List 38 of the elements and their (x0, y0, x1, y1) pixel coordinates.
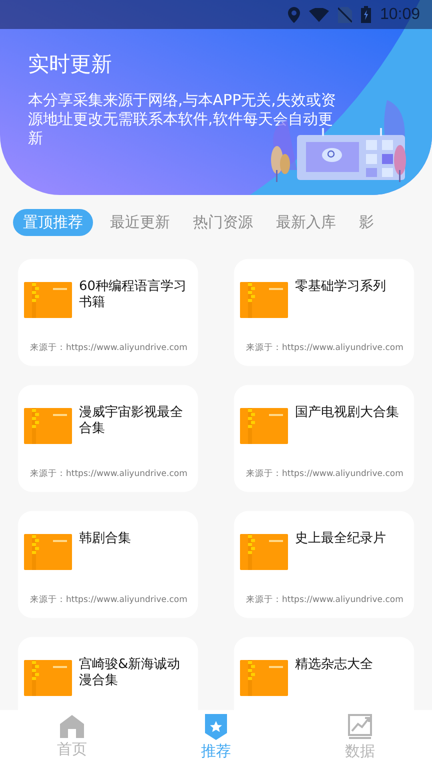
resource-title: 国产电视剧大合集 (295, 405, 399, 421)
archive-icon (240, 534, 288, 570)
source-link: 来源于：https://www.aliyundrive.com (245, 468, 404, 481)
resource-card[interactable]: 国产电视剧大合集 来源于：https://www.aliyundrive.com (234, 385, 414, 492)
source-link: 来源于：https://www.aliyundrive.com (29, 342, 188, 355)
archive-icon (24, 408, 72, 444)
resource-title: 零基础学习系列 (295, 279, 386, 295)
source-link: 来源于：https://www.aliyundrive.com (245, 342, 404, 355)
resource-title: 韩剧合集 (79, 531, 131, 547)
resource-title: 漫威宇宙影视最全合集 (79, 405, 184, 437)
resource-title: 精选杂志大全 (295, 657, 373, 673)
resource-card[interactable]: 零基础学习系列 来源于：https://www.aliyundrive.com (234, 259, 414, 366)
archive-icon (240, 282, 288, 318)
chart-icon (348, 714, 372, 740)
source-link: 来源于：https://www.aliyundrive.com (29, 594, 188, 607)
wifi-icon (308, 8, 329, 22)
location-icon (288, 6, 300, 22)
resource-card[interactable]: 史上最全纪录片 来源于：https://www.aliyundrive.com (234, 511, 414, 618)
status-time: 10:09 (380, 6, 420, 24)
resource-card[interactable]: 精选杂志大全 (234, 637, 414, 710)
archive-icon (240, 408, 288, 444)
resource-card[interactable]: 韩剧合集 来源于：https://www.aliyundrive.com (18, 511, 198, 618)
archive-icon (24, 282, 72, 318)
resource-title: 宫崎骏&新海诚动漫合集 (79, 657, 182, 689)
home-icon (60, 714, 84, 738)
star-badge-icon (205, 714, 227, 740)
source-link: 来源于：https://www.aliyundrive.com (245, 594, 404, 607)
resource-card[interactable]: 漫威宇宙影视最全合集 来源于：https://www.aliyundrive.com (18, 385, 198, 492)
archive-icon (24, 534, 72, 570)
resource-card[interactable]: 60种编程语言学习书籍 来源于：https://www.aliyundrive.com (18, 259, 198, 366)
header-title: 实时更新 (28, 51, 113, 78)
resource-title: 史上最全纪录片 (295, 531, 386, 547)
archive-icon (240, 660, 288, 696)
resource-card[interactable]: 宫崎骏&新海诚动漫合集 (18, 637, 198, 710)
header-description: 本分享采集来源于网络,与本APP无关,失效或资源地址更改无需联系本软件,软件每天会自动更新 (28, 91, 337, 148)
source-link: 来源于：https://www.aliyundrive.com (29, 468, 188, 481)
resource-title: 60种编程语言学习书籍 (79, 279, 188, 311)
archive-icon (24, 660, 72, 696)
